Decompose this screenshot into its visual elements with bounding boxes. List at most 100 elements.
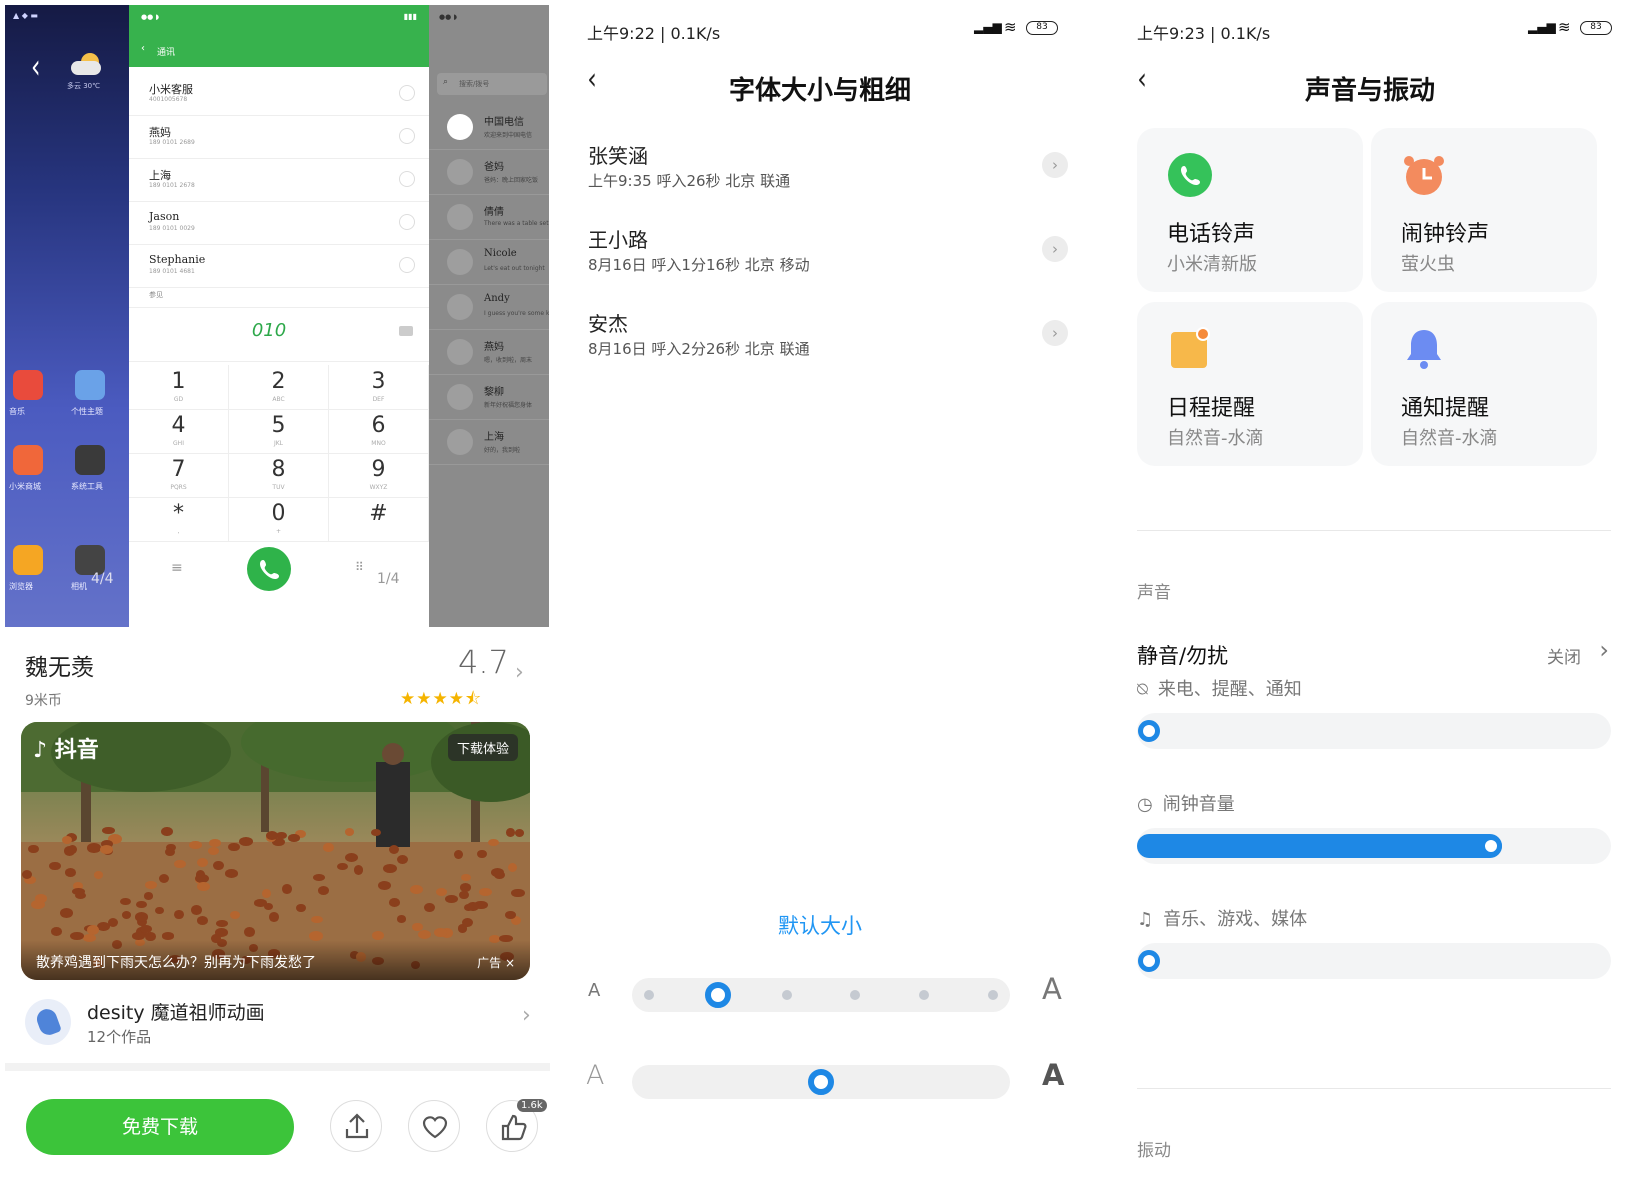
call-log-row[interactable]: 王小路 8月16日 呼入1分16秒 北京 移动 › bbox=[588, 224, 1068, 296]
key-digit: 9 bbox=[371, 457, 386, 482]
keypad-key[interactable]: 6 MNO bbox=[329, 409, 429, 454]
keypad-toggle-icon[interactable]: ⠿ bbox=[355, 560, 364, 574]
message-row[interactable]: Andy I guess you're some kind bbox=[429, 285, 549, 330]
backspace-icon[interactable] bbox=[399, 326, 413, 336]
message-title: Andy bbox=[484, 293, 510, 304]
rating-chevron-icon[interactable]: › bbox=[515, 660, 524, 685]
video-caption: 散养鸡遇到下雨天怎么办？别再为下雨发愁了 bbox=[36, 955, 316, 971]
call-log-row[interactable]: 张笑涵 上午9:35 呼入26秒 北京 联通 › bbox=[588, 140, 1068, 212]
volume-slider[interactable] bbox=[1137, 943, 1611, 979]
contact-row[interactable]: Jason 189 0101 0029 bbox=[129, 200, 429, 245]
message-row[interactable]: Nicole Let's eat out tonight bbox=[429, 240, 549, 285]
keypad-key[interactable]: 1 GD bbox=[129, 365, 229, 410]
volume-label: 来电、提醒、通知 bbox=[1157, 679, 1302, 700]
message-row[interactable]: 倩倩 There was a table set bbox=[429, 195, 549, 240]
chicken bbox=[388, 844, 400, 855]
volume-knob[interactable] bbox=[1138, 720, 1160, 742]
key-digit: 4 bbox=[171, 413, 186, 438]
dim-search-box[interactable]: ⌕ 搜索/拨号 bbox=[437, 73, 547, 95]
size-slider-knob[interactable] bbox=[704, 982, 731, 1008]
like-button[interactable]: 1.6k bbox=[486, 1099, 547, 1152]
contact-row[interactable]: 燕妈 189 0101 2689 bbox=[129, 114, 429, 159]
dial-input-row[interactable]: 010 bbox=[129, 307, 429, 362]
call-button[interactable] bbox=[247, 547, 291, 591]
free-download-button[interactable]: 免费下载 bbox=[26, 1099, 294, 1155]
info-icon[interactable] bbox=[399, 85, 415, 101]
download-badge[interactable]: 下载体验 bbox=[447, 734, 518, 761]
chicken bbox=[453, 849, 463, 860]
volume-knob[interactable] bbox=[1479, 835, 1502, 857]
key-letters: MNO bbox=[371, 440, 386, 447]
back-arrow-icon[interactable]: ‹ bbox=[31, 47, 41, 87]
app-screenshot[interactable]: ▲ ◆ ▬ ‹ 多云 30℃ 音乐 个性主题 小米商城 系统工具 浏览器 相机 4/4 ●… bbox=[5, 5, 549, 627]
message-row[interactable]: 燕妈 嗯，收到啦，周末 bbox=[429, 330, 549, 375]
keypad-key[interactable]: *, bbox=[129, 497, 229, 542]
dnd-row[interactable]: 静音/勿扰 关闭 › bbox=[1137, 636, 1611, 674]
keypad-key[interactable]: 5 JKL bbox=[229, 409, 329, 454]
ringtone-card[interactable]: 电话铃声 小米清新版 bbox=[1137, 128, 1363, 292]
font-weight-slider[interactable] bbox=[632, 1065, 1010, 1099]
chevron-right-icon[interactable]: › bbox=[1042, 236, 1068, 262]
contact-row[interactable]: 上海 189 0101 2678 bbox=[129, 157, 429, 202]
app-icon[interactable] bbox=[13, 445, 43, 475]
app-icon[interactable] bbox=[13, 545, 43, 575]
ringtone-card[interactable]: 日程提醒 自然音-水滴 bbox=[1137, 302, 1363, 466]
volume-label-row: ◷ 闹钟音量 bbox=[1137, 790, 1235, 816]
dialer-back-icon[interactable]: ‹ bbox=[141, 43, 145, 54]
contact-row[interactable]: 小米客服 4001005678 bbox=[129, 71, 429, 116]
message-row[interactable]: 上海 好的，我到啦 bbox=[429, 420, 549, 465]
info-icon[interactable] bbox=[399, 214, 415, 230]
developer-avatar bbox=[25, 999, 71, 1045]
chicken bbox=[505, 911, 516, 919]
keypad-key[interactable]: 4 GHI bbox=[129, 409, 229, 454]
keypad-key[interactable]: 2 ABC bbox=[229, 365, 329, 410]
star-icon: ★ bbox=[416, 689, 433, 709]
ad-close[interactable]: 广告 × bbox=[477, 954, 515, 971]
status-icons: ▂▄▆ ≋ 83 bbox=[974, 18, 1058, 38]
chicken bbox=[282, 883, 293, 894]
video-ad[interactable]: ♪ 抖音 下载体验 散养鸡遇到下雨天怎么办？别再为下雨发愁了 广告 × bbox=[21, 722, 530, 980]
font-size-slider[interactable] bbox=[632, 978, 1010, 1012]
app-icon[interactable] bbox=[13, 370, 43, 400]
message-row[interactable]: 中国电信 欢迎来到中国电信 bbox=[429, 105, 549, 150]
developer-row[interactable]: desity 魔道祖师动画 12个作品 › bbox=[25, 995, 535, 1055]
contact-row[interactable]: Stephanie 189 0101 4681 bbox=[129, 243, 429, 288]
chicken bbox=[377, 880, 392, 890]
keypad-key[interactable]: 3 DEF bbox=[329, 365, 429, 410]
keypad-key[interactable]: 7 PQRS bbox=[129, 453, 229, 498]
info-icon[interactable] bbox=[399, 171, 415, 187]
keypad-key[interactable]: 9 WXYZ bbox=[329, 453, 429, 498]
call-log-row[interactable]: 安杰 8月16日 呼入2分26秒 北京 联通 › bbox=[588, 308, 1068, 380]
key-letters: PQRS bbox=[170, 484, 187, 491]
app-icon[interactable] bbox=[75, 445, 105, 475]
info-icon[interactable] bbox=[399, 128, 415, 144]
keypad-key[interactable]: 0 + bbox=[229, 497, 329, 542]
signal-icon: ▂▄▆ bbox=[1528, 20, 1556, 34]
volume-knob[interactable] bbox=[1138, 950, 1160, 972]
chevron-right-icon[interactable]: › bbox=[1042, 152, 1068, 178]
status-time: 上午9:22 | 0.1K/s bbox=[587, 24, 721, 43]
avatar bbox=[447, 249, 473, 275]
chicken bbox=[397, 855, 409, 865]
menu-icon[interactable]: ≡ bbox=[171, 560, 183, 576]
keypad-key[interactable]: # bbox=[329, 497, 429, 542]
keypad-key[interactable]: 8 TUV bbox=[229, 453, 329, 498]
message-row[interactable]: 爸妈 爸妈：晚上回家吃饭 bbox=[429, 150, 549, 195]
chicken bbox=[460, 873, 471, 882]
message-row[interactable]: 黎柳 新年好祝福您身体 bbox=[429, 375, 549, 420]
ringtone-card[interactable]: 闹钟铃声 萤火虫 bbox=[1371, 128, 1597, 292]
vibrate-section-title: 振动 bbox=[1137, 1141, 1171, 1161]
ringtone-card[interactable]: 通知提醒 自然音-水滴 bbox=[1371, 302, 1597, 466]
info-icon[interactable] bbox=[399, 257, 415, 273]
chicken bbox=[410, 884, 423, 895]
app-icon[interactable] bbox=[75, 370, 105, 400]
search-icon: ⌕ bbox=[443, 77, 449, 87]
share-button[interactable] bbox=[330, 1100, 382, 1152]
favorite-button[interactable] bbox=[408, 1100, 460, 1152]
volume-slider[interactable] bbox=[1137, 828, 1611, 864]
dial-input[interactable]: 010 bbox=[129, 320, 409, 341]
chevron-right-icon[interactable]: › bbox=[1042, 320, 1068, 346]
chicken bbox=[505, 827, 516, 837]
volume-slider[interactable] bbox=[1137, 713, 1611, 749]
weight-slider-knob[interactable] bbox=[808, 1069, 834, 1095]
